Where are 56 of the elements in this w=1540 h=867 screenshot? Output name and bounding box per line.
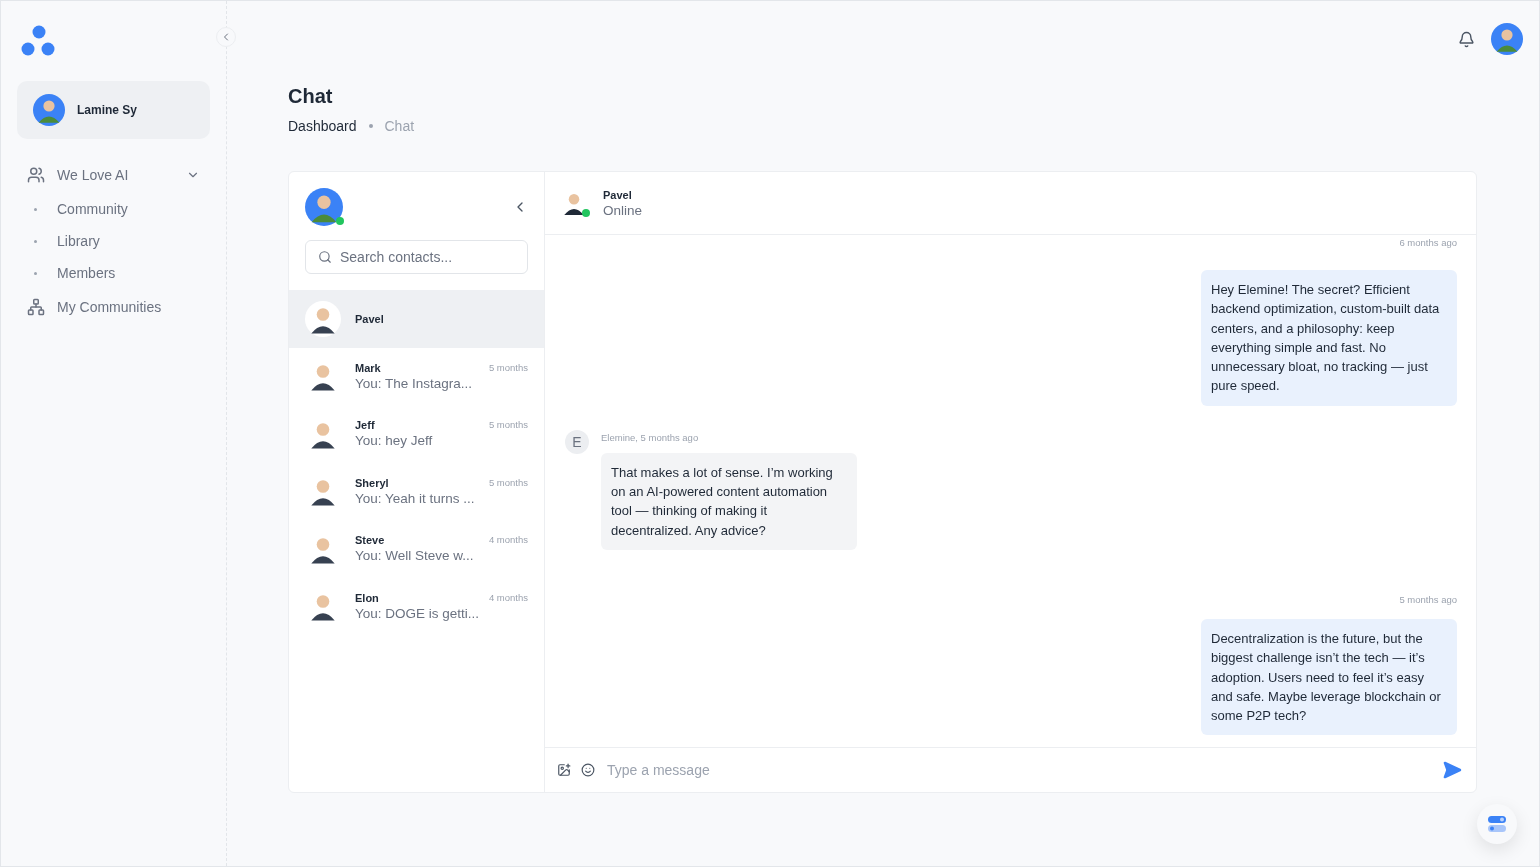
contact-name: Steve <box>355 534 385 547</box>
logo-icon <box>21 25 57 57</box>
bullet-icon <box>34 239 37 243</box>
message-bubble: That makes a lot of sense. I’m working on an AI-powered content automation tool — thinking of making it decentralized. Any advice? <box>601 452 857 550</box>
avatar <box>305 300 341 337</box>
emoji-icon[interactable] <box>581 763 595 777</box>
user-name: Lamine Sy <box>77 103 138 117</box>
image-icon[interactable] <box>557 763 571 777</box>
bullet-icon <box>34 271 37 275</box>
contact-name: Pavel <box>355 312 384 325</box>
message-bubble: Decentralization is the future, but the biggest challenge isn’t the tech — it’s adoption. Users need to feel it’s easy and safe. Maybe leverage blockchain or some P2P tech? <box>1201 618 1457 736</box>
user-card[interactable]: Lamine Sy <box>17 81 210 139</box>
contact-preview: You: hey Jeff <box>355 433 434 449</box>
notification-icon[interactable] <box>1458 30 1475 48</box>
contact-time: 4 months <box>488 534 528 547</box>
avatar <box>1491 23 1523 55</box>
send-button[interactable] <box>1442 760 1462 780</box>
toggle-icon <box>1488 816 1506 832</box>
message-meta: Elemine, 5 months ago <box>601 431 700 443</box>
nav-subitem[interactable]: Community <box>17 193 210 225</box>
nav-item[interactable]: My Communities <box>17 289 210 325</box>
breadcrumb: Chat <box>384 118 415 134</box>
breadcrumb[interactable]: Dashboard <box>288 118 357 134</box>
nav-subitem[interactable]: Library <box>17 225 210 257</box>
network-icon <box>27 298 45 316</box>
contact-preview: You: Well Steve w... <box>355 548 475 564</box>
search-field[interactable]: Search contacts... <box>305 240 528 274</box>
contact-time: 5 months <box>488 476 528 489</box>
page-title: Chat <box>288 85 334 108</box>
contact-item[interactable]: Pavel <box>289 290 544 348</box>
search-icon <box>318 250 332 264</box>
contact-status: Online <box>603 202 643 218</box>
message-bubble: Hey Elemine! The secret? Efficient backend optimization, custom-built data centers, and a philosophy: keep everything simple and fast. No unnecessary bloat, no tracking — just pure speed. <box>1201 270 1457 406</box>
contact-time: 5 months <box>488 361 528 374</box>
contact-name: Sheryl <box>355 476 389 489</box>
message-time: 6 months ago <box>1399 237 1457 248</box>
breadcrumb-separator <box>368 124 373 128</box>
message-time: 5 months ago <box>1399 593 1457 605</box>
avatar <box>305 188 343 226</box>
sender-avatar: E <box>565 429 589 454</box>
avatar <box>33 94 65 126</box>
contact-preview: You: DOGE is getti... <box>355 605 481 621</box>
nav-subitem[interactable]: Members <box>17 257 210 289</box>
contact-name: Pavel <box>603 188 633 201</box>
nav-item[interactable]: We Love AI <box>17 157 210 193</box>
send-icon <box>1442 760 1462 780</box>
contact-preview: You: The Instagra... <box>355 375 474 391</box>
contact-preview: You: Yeah it turns ... <box>355 490 476 506</box>
settings-toggle-button[interactable] <box>1477 804 1517 844</box>
contact-name: Elon <box>355 591 379 604</box>
bullet-icon <box>34 207 37 211</box>
contact-time: 4 months <box>488 591 528 604</box>
contact-name: Jeff <box>355 419 375 432</box>
contact-name: Mark <box>355 361 381 374</box>
contact-time: 5 months <box>488 419 528 432</box>
group-icon <box>27 166 45 184</box>
